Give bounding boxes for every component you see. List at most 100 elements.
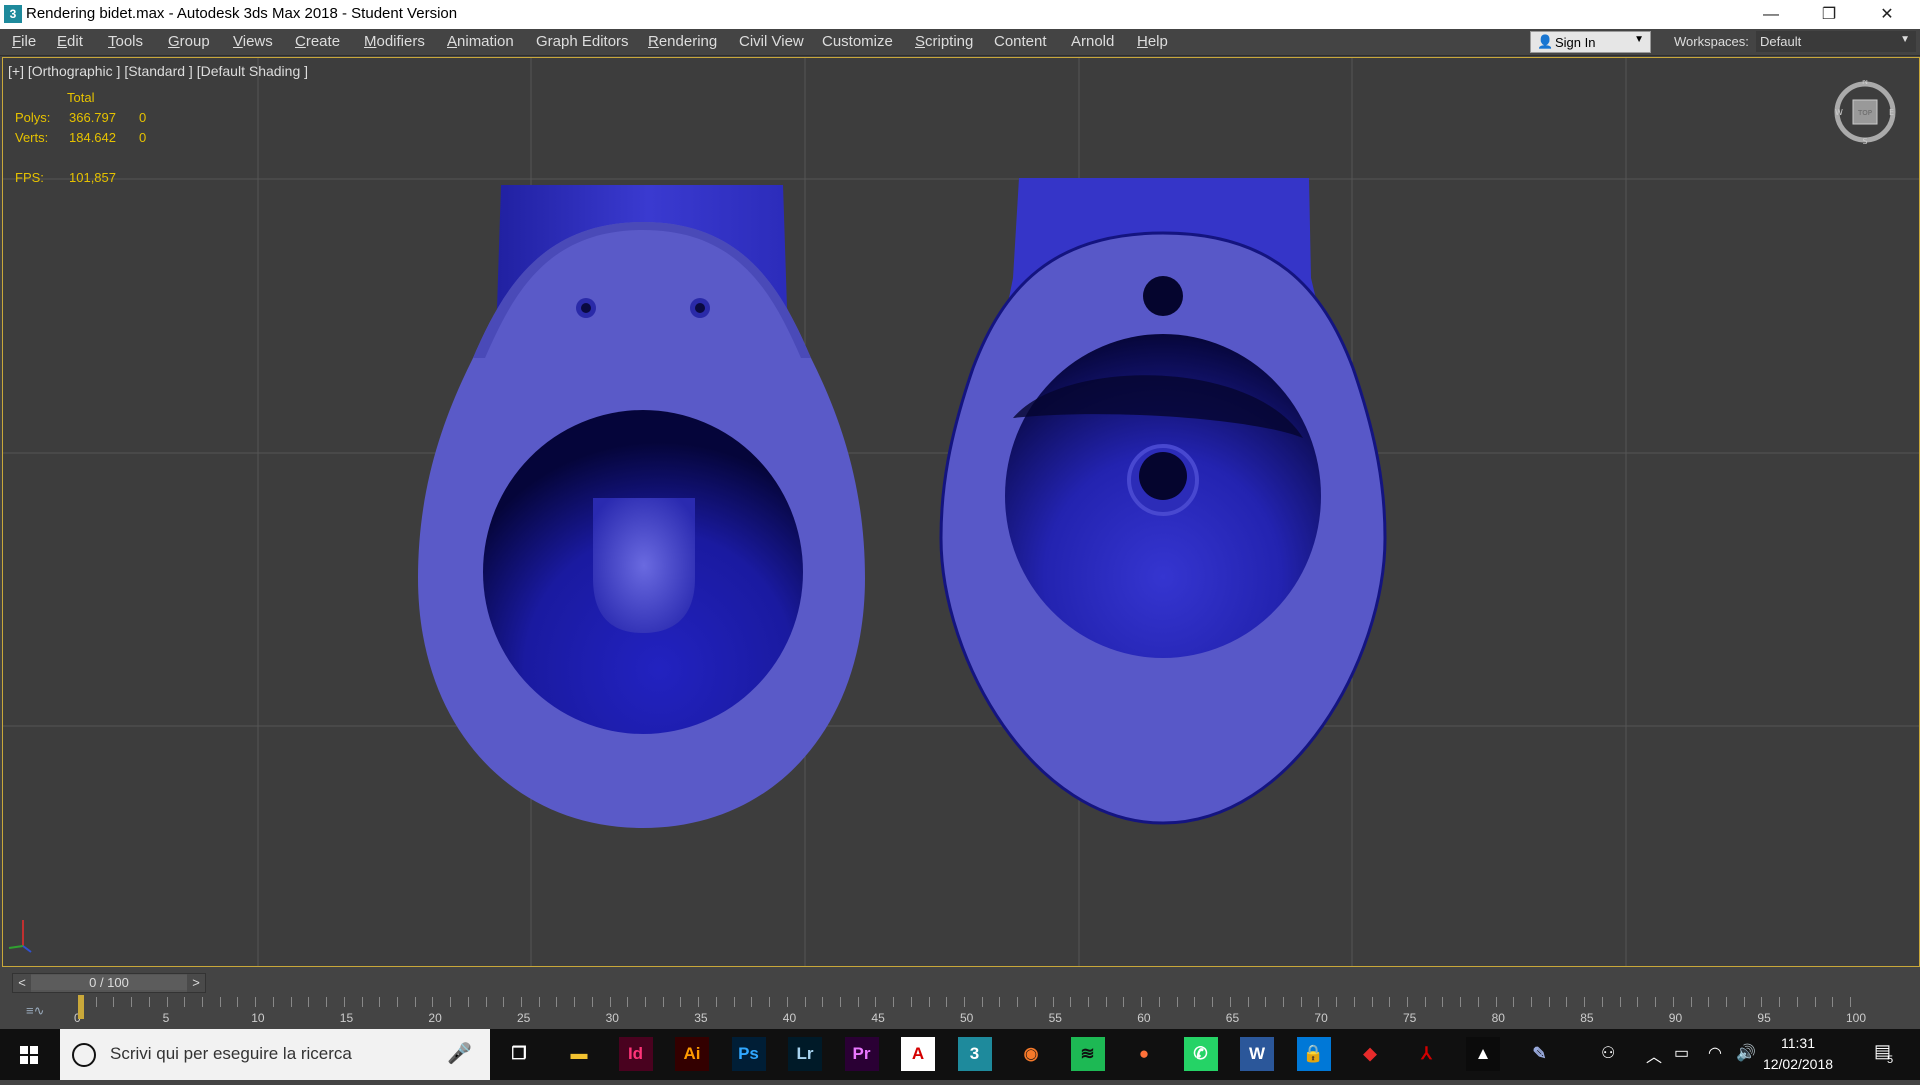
spotify-icon[interactable]: ≋ (1070, 1037, 1105, 1071)
paint-icon[interactable]: ✎ (1523, 1037, 1557, 1071)
firefox-icon[interactable]: ● (1127, 1037, 1161, 1071)
timeline-tick-label: 45 (871, 1011, 885, 1025)
battery-icon[interactable]: ▭ (1674, 1043, 1689, 1063)
curve-editor-toggle-icon[interactable]: ≡∿ (26, 1003, 44, 1019)
illustrator-icon[interactable]: Ai (675, 1037, 709, 1071)
timeline-tick-label: 50 (960, 1011, 974, 1025)
3dsmax-app-icon[interactable]: 3 (4, 5, 22, 23)
restore-button[interactable]: ❐ (1806, 0, 1852, 29)
timeline-tick-label: 90 (1668, 1011, 1683, 1025)
lightroom-icon[interactable]: Lr (788, 1037, 822, 1071)
taskbar-search[interactable]: Scrivi qui per eseguire la ricerca 🎤 (60, 1029, 490, 1080)
sketchup-icon[interactable]: ◆ (1353, 1037, 1387, 1071)
timeline-tick (1672, 997, 1674, 1007)
menu-animation[interactable]: Animation (447, 33, 514, 50)
timeline-tick-label: 15 (339, 1011, 354, 1025)
menu-modifiers[interactable]: Modifiers (364, 33, 425, 50)
indesign-icon[interactable]: Id (618, 1037, 653, 1071)
timeline-tick (485, 997, 487, 1007)
timeline-tick (1407, 997, 1408, 1007)
word-icon[interactable]: W (1240, 1037, 1274, 1071)
timeline-tick (1034, 997, 1036, 1007)
volume-icon[interactable]: 🔊 (1736, 1043, 1756, 1063)
menu-graph-editors[interactable]: Graph Editors (536, 33, 629, 50)
notifications-icon[interactable]: ▤5 (1874, 1041, 1897, 1066)
menu-edit[interactable]: Edit (57, 33, 83, 50)
menu-group[interactable]: Group (168, 33, 210, 50)
timeline-tick-label: 85 (1580, 1011, 1594, 1025)
menu-mnemonic: E (57, 33, 68, 50)
timeline-tick (822, 997, 824, 1007)
workspace-select[interactable]: Default ▼ (1756, 31, 1916, 52)
wifi-icon[interactable]: ◠ (1708, 1043, 1722, 1063)
timeline-tick (1442, 997, 1444, 1007)
timeline-tick (1566, 997, 1568, 1007)
viewport-label[interactable]: [+] [Orthographic ] [Standard ] [Default… (8, 63, 308, 79)
microphone-icon[interactable]: 🎤 (447, 1041, 472, 1066)
menu-file[interactable]: File (12, 33, 36, 50)
premiere-icon[interactable]: Pr (844, 1037, 879, 1071)
windows-logo-icon (20, 1046, 38, 1064)
chevron-down-icon: ▼ (1634, 34, 1644, 45)
time-track[interactable]: 0510152025303540455055606570758085909510… (74, 995, 1866, 1029)
people-icon[interactable]: ⚇ (1601, 1043, 1615, 1063)
timeline-tick (521, 997, 522, 1007)
task-view-icon[interactable]: ❐ (502, 1037, 536, 1071)
whatsapp-icon[interactable]: ✆ (1183, 1037, 1218, 1071)
timeline-tick (751, 997, 753, 1007)
show-hidden-icons-chevron[interactable]: ︿ (1646, 1043, 1662, 1067)
timeline-tick (1725, 997, 1727, 1007)
menu-label: nimation (457, 33, 514, 50)
blender-icon[interactable]: ◉ (1014, 1037, 1048, 1071)
timeline-tick (1389, 997, 1391, 1007)
viewcube[interactable]: TOP N S W E (1833, 77, 1897, 146)
timeline-tick (1424, 997, 1426, 1007)
menu-label: iews (242, 33, 273, 50)
timeline-tick (662, 997, 664, 1007)
next-frame-button[interactable]: > (187, 974, 205, 992)
timeline-tick (1070, 997, 1072, 1007)
menu-views[interactable]: Views (233, 33, 273, 50)
menu-tools[interactable]: Tools (108, 33, 143, 50)
3dsmax-icon[interactable]: 3 (957, 1037, 992, 1071)
menu-arnold[interactable]: Arnold (1071, 33, 1114, 50)
start-button[interactable] (0, 1029, 58, 1080)
photoshop-icon[interactable]: Ps (731, 1037, 766, 1071)
timeline-tick (946, 997, 948, 1007)
acrobat-reader-icon[interactable]: ⅄ (1410, 1037, 1444, 1071)
clock[interactable]: 11:31 12/02/2018 (1762, 1033, 1834, 1075)
menu-mnemonic: V (233, 33, 243, 50)
time-slider[interactable]: < 0 / 100 > (12, 973, 206, 993)
compass-e: E (1889, 108, 1894, 117)
store-lock-icon[interactable]: 🔒 (1296, 1037, 1331, 1071)
timeline-tick (893, 997, 895, 1007)
time-slider-handle[interactable] (78, 995, 84, 1019)
timeline-tick (503, 997, 505, 1007)
minimize-button[interactable]: — (1748, 0, 1794, 29)
timeline-tick (1513, 997, 1515, 1007)
menu-content[interactable]: Content (994, 33, 1047, 50)
timeline-tick (1229, 997, 1231, 1007)
file-explorer-icon[interactable]: ▬ (562, 1037, 596, 1071)
timeline-tick (1743, 997, 1745, 1007)
orthographic-viewport[interactable]: [+] [Orthographic ] [Standard ] [Default… (2, 57, 1920, 967)
close-button[interactable]: ✕ (1864, 0, 1910, 29)
user-icon: 👤 (1537, 34, 1554, 49)
menu-civil-view[interactable]: Civil View (739, 33, 804, 50)
menu-mnemonic: G (168, 33, 180, 50)
time-slider-value[interactable]: 0 / 100 (31, 975, 187, 990)
menu-help[interactable]: Help (1137, 33, 1168, 50)
menu-rendering[interactable]: Rendering (648, 33, 717, 50)
sign-in-dropdown[interactable]: 👤 Sign In ▼ (1530, 31, 1651, 53)
prev-frame-button[interactable]: < (13, 974, 31, 992)
verts-label: Verts: (15, 130, 49, 145)
menu-create[interactable]: Create (295, 33, 340, 50)
sign-in-label: Sign In (1555, 35, 1596, 50)
menu-scripting[interactable]: Scripting (915, 33, 973, 50)
timeline-tick (272, 997, 274, 1007)
notification-count: 5 (1887, 1054, 1894, 1066)
acrobat-icon[interactable]: A (901, 1037, 935, 1071)
menu-customize[interactable]: Customize (822, 33, 893, 50)
photos-icon[interactable]: ▲ (1466, 1037, 1500, 1071)
timeline-tick-label: 25 (517, 1011, 531, 1025)
